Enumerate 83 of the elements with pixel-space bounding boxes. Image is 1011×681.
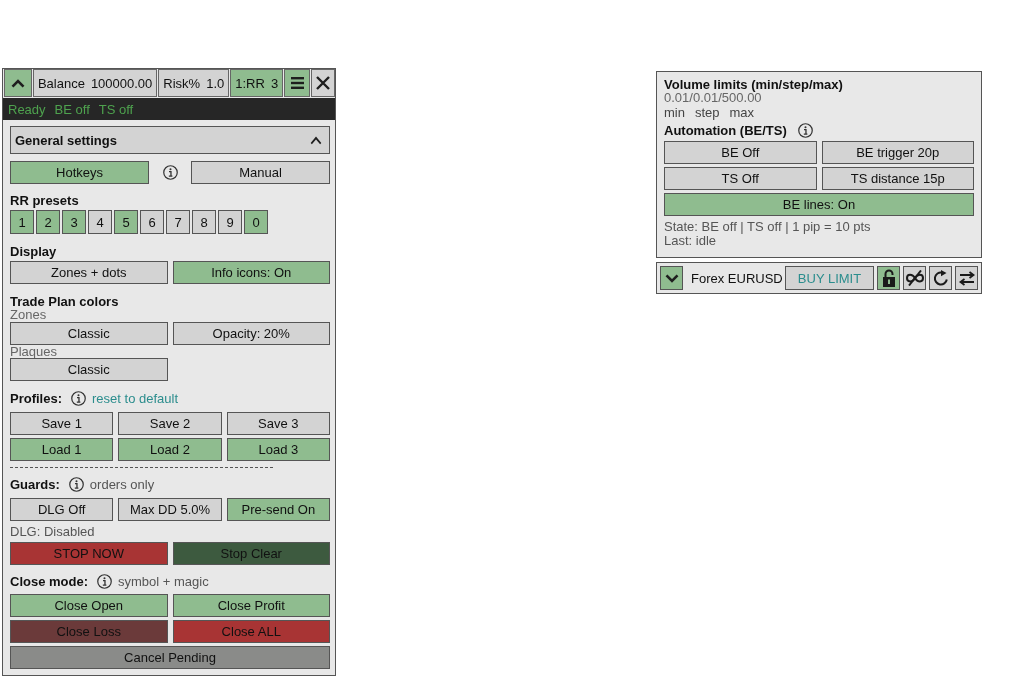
preset-button[interactable]: 2 bbox=[36, 210, 60, 234]
profile-button[interactable]: Save 3 bbox=[226, 412, 330, 435]
section-label: Profiles: bbox=[10, 390, 62, 406]
hint-label: min bbox=[664, 105, 685, 120]
preset-button[interactable]: 6 bbox=[140, 210, 164, 234]
toggle-button[interactable]: Info icons: On bbox=[172, 261, 330, 284]
preset-button[interactable]: 0 bbox=[244, 210, 268, 234]
panel-title: Volume limits (min/step/max) bbox=[664, 78, 843, 92]
stat-button[interactable]: Balance 100000.00 bbox=[32, 69, 158, 97]
preset-button[interactable]: 1 bbox=[10, 210, 34, 234]
option-button[interactable]: Opacity: 20% bbox=[172, 322, 330, 345]
status-text: TS off bbox=[98, 101, 134, 117]
chevron-up-icon bbox=[310, 135, 322, 145]
info-icon bbox=[71, 390, 86, 406]
status-text: DLG: Disabled bbox=[10, 525, 95, 539]
section-label: Close mode: bbox=[10, 573, 88, 589]
close-button[interactable] bbox=[311, 69, 335, 97]
note-text: orders only bbox=[89, 476, 155, 492]
field-label: Plaques bbox=[10, 346, 57, 358]
expand-button[interactable] bbox=[660, 266, 683, 290]
info-icon bbox=[162, 165, 178, 180]
field-label: Zones bbox=[10, 309, 47, 321]
option-button[interactable]: Classic bbox=[10, 322, 168, 345]
toggle-button[interactable]: BE lines: On bbox=[664, 193, 974, 216]
refresh-icon bbox=[932, 270, 949, 286]
menu-button[interactable] bbox=[284, 69, 310, 97]
close-icon bbox=[316, 76, 330, 90]
section-label: Guards: bbox=[10, 476, 60, 492]
toggle-button[interactable]: Pre-send On bbox=[226, 498, 330, 521]
section-label: Display bbox=[10, 244, 57, 259]
preset-button[interactable]: 9 bbox=[218, 210, 242, 234]
refresh-button[interactable] bbox=[929, 266, 952, 290]
preset-button[interactable]: 8 bbox=[192, 210, 216, 234]
info-icon bbox=[68, 476, 84, 492]
mode-button[interactable]: Hotkeys bbox=[10, 161, 149, 184]
profile-button[interactable]: Load 1 bbox=[10, 438, 114, 461]
note-text: symbol + magic bbox=[118, 573, 209, 589]
crossed-infinity-icon bbox=[904, 270, 925, 286]
unlocked-padlock-icon bbox=[881, 269, 896, 287]
option-button[interactable]: Classic bbox=[10, 358, 168, 381]
chevron-down-icon bbox=[664, 273, 679, 283]
state-text: State: BE off | TS off | 1 pip = 10 pts bbox=[664, 220, 871, 234]
stat-button[interactable]: Risk% 1.0 bbox=[158, 69, 230, 97]
chevron-up-icon bbox=[10, 78, 25, 88]
section-label: RR presets bbox=[10, 193, 79, 208]
toggle-button[interactable]: DLG Off bbox=[10, 498, 114, 521]
section-label: Trade Plan colors bbox=[10, 294, 119, 309]
stat-button[interactable]: 1:RR 3 bbox=[230, 69, 284, 97]
toggle-button[interactable]: TS distance 15p bbox=[821, 167, 974, 190]
state-text: Last: idle bbox=[664, 234, 717, 248]
symbol-label: Forex EURUSD bbox=[691, 270, 783, 286]
collapse-button[interactable] bbox=[4, 69, 32, 97]
preset-button[interactable]: 4 bbox=[88, 210, 112, 234]
toggle-button[interactable]: Max DD 5.0% bbox=[118, 498, 222, 521]
toggle-button[interactable]: BE trigger 20p bbox=[821, 141, 974, 164]
swap-arrows-icon bbox=[958, 270, 975, 286]
swap-button[interactable] bbox=[955, 266, 978, 290]
preset-button[interactable]: 5 bbox=[114, 210, 138, 234]
action-button[interactable]: Cancel Pending bbox=[10, 646, 330, 669]
profile-button[interactable]: Load 3 bbox=[226, 438, 330, 461]
preset-button[interactable]: 3 bbox=[62, 210, 86, 234]
status-text: BE off bbox=[54, 101, 90, 117]
profile-button[interactable]: Save 1 bbox=[10, 412, 114, 435]
info-icon bbox=[97, 573, 112, 589]
toggle-button[interactable]: BE Off bbox=[664, 141, 817, 164]
infinity-button[interactable] bbox=[903, 266, 926, 290]
action-button[interactable]: Close Open bbox=[10, 594, 168, 617]
section-header[interactable]: General settings bbox=[10, 126, 330, 154]
volume-values: 0.01/0.01/500.00 bbox=[664, 92, 762, 104]
mode-button[interactable]: Manual bbox=[191, 161, 330, 184]
hint-label: max bbox=[729, 105, 755, 120]
action-button[interactable]: Close Profit bbox=[172, 594, 330, 617]
section-label: Automation (BE/TS) bbox=[664, 122, 787, 138]
status-text: Ready bbox=[8, 101, 46, 117]
lock-button[interactable] bbox=[877, 266, 900, 290]
menu-icon bbox=[290, 77, 304, 89]
toggle-button[interactable]: Zones + dots bbox=[10, 261, 168, 284]
profile-button[interactable]: Load 2 bbox=[118, 438, 222, 461]
hint-label: step bbox=[694, 105, 720, 120]
info-icon bbox=[797, 122, 813, 138]
toggle-button[interactable]: TS Off bbox=[664, 167, 817, 190]
profile-button[interactable]: Save 2 bbox=[118, 412, 222, 435]
preset-button[interactable]: 7 bbox=[166, 210, 190, 234]
